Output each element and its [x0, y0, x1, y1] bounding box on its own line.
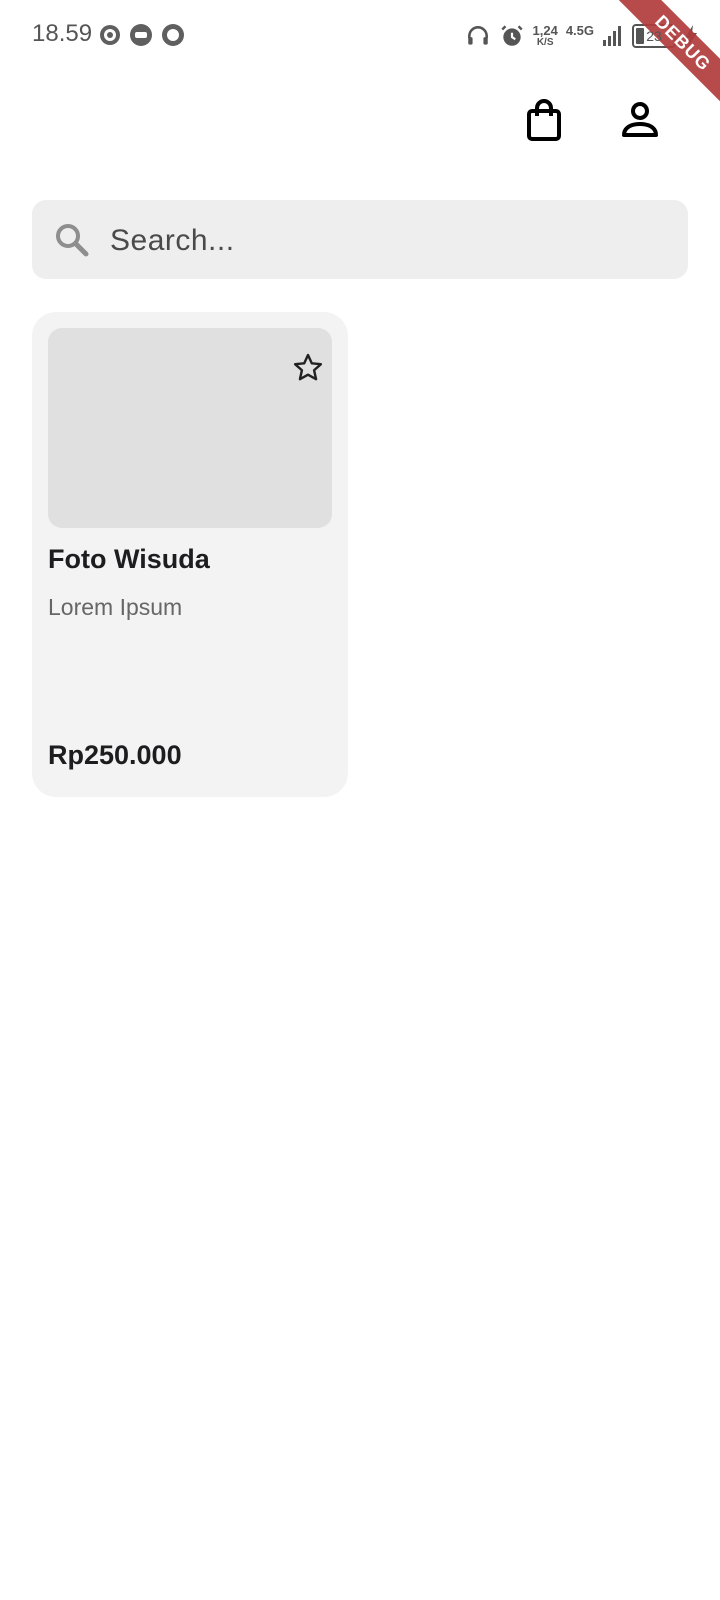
search-input[interactable] [108, 200, 672, 281]
system-status-icons: 1,24 K/S 4.5G 23 [465, 18, 699, 54]
product-title: Foto Wisuda [48, 544, 210, 574]
favorite-button[interactable] [288, 348, 328, 388]
product-subtitle: Lorem Ipsum [48, 594, 183, 620]
signal-icon [603, 26, 621, 46]
star-outline-icon [293, 353, 323, 381]
network-speed: 1,24 K/S [533, 24, 558, 48]
product-image [48, 328, 332, 528]
product-price: Rp250.000 [48, 740, 182, 770]
shopping-bag-icon [527, 99, 561, 141]
cart-button[interactable] [520, 96, 568, 144]
profile-button[interactable] [616, 96, 664, 144]
battery-icon: 23 [632, 24, 676, 48]
charging-icon [685, 25, 697, 47]
notification-icons [100, 24, 184, 46]
notification-sync-icon [162, 24, 184, 46]
network-type: 4.5G [565, 22, 594, 38]
status-bar: 18.59 1,24 K/S 4.5G 23 [0, 0, 720, 72]
notification-message-icon [130, 24, 152, 46]
search-bar[interactable] [32, 200, 688, 281]
product-card[interactable]: Foto Wisuda Lorem Ipsum Rp250.000 [32, 312, 348, 797]
notification-app-icon [100, 25, 120, 45]
status-time: 18.59 [32, 20, 93, 47]
alarm-icon [500, 25, 523, 46]
person-icon [622, 102, 658, 137]
headphones-icon [467, 26, 488, 45]
network-speed-unit: K/S [536, 37, 554, 48]
search-icon [56, 224, 89, 257]
network-speed-value: 1,24 [532, 23, 558, 38]
battery-level: 23 [646, 28, 662, 44]
